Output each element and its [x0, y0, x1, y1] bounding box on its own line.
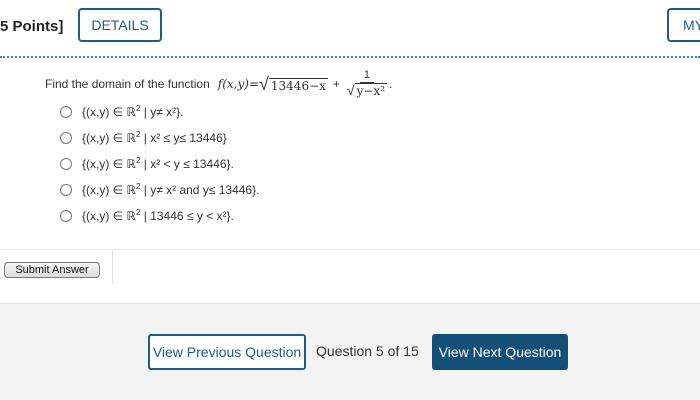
my-notes-button[interactable]: MY	[667, 8, 700, 42]
option-label: {(x,y) ∈ ℝ2 | x² ≤ y≤ 13446}	[82, 130, 227, 145]
fraction: 1 √ y−x²	[346, 68, 388, 100]
option-label: {(x,y) ∈ ℝ2 | y≠ x² and y≤ 13446}.	[82, 182, 260, 197]
view-previous-question-button[interactable]: View Previous Question	[148, 334, 306, 370]
option-3[interactable]: {(x,y) ∈ ℝ2 | x² < y ≤ 13446}.	[60, 156, 234, 171]
radical-sign-icon: √	[259, 74, 269, 94]
plus-sign: +	[332, 77, 340, 91]
view-next-question-button[interactable]: View Next Question	[432, 334, 568, 370]
question-text: Find the domain of the function f(x,y)= …	[45, 64, 392, 104]
option-5[interactable]: {(x,y) ∈ ℝ2 | 13446 ≤ y < x²}.	[60, 208, 234, 223]
question-end: .	[389, 77, 393, 91]
sqrt-expression: √ 13446−x	[259, 75, 328, 93]
radio-button[interactable]	[60, 183, 72, 196]
option-label: {(x,y) ∈ ℝ2 | y≠ x²}.	[82, 104, 184, 119]
submit-answer-button[interactable]: Submit Answer	[4, 262, 100, 278]
fraction-denominator-radicand: y−x²	[354, 83, 388, 98]
option-label: {(x,y) ∈ ℝ2 | 13446 ≤ y < x²}.	[82, 208, 234, 223]
sqrt-radicand: 13446−x	[268, 78, 328, 93]
fraction-numerator: 1	[359, 68, 375, 83]
function-lhs: f(x,y)=	[217, 77, 260, 91]
radio-button[interactable]	[60, 131, 72, 144]
details-button[interactable]: DETAILS	[78, 8, 162, 42]
radio-button[interactable]	[60, 105, 72, 118]
option-4[interactable]: {(x,y) ∈ ℝ2 | y≠ x² and y≤ 13446}.	[60, 182, 259, 197]
option-2[interactable]: {(x,y) ∈ ℝ2 | x² ≤ y≤ 13446}	[60, 130, 227, 145]
fraction-denominator: √ y−x²	[346, 82, 388, 100]
option-label: {(x,y) ∈ ℝ2 | x² < y ≤ 13446}.	[82, 156, 234, 171]
radio-button[interactable]	[60, 209, 72, 222]
question-prompt: Find the domain of the function	[45, 77, 210, 91]
radio-button[interactable]	[60, 157, 72, 170]
question-counter: Question 5 of 15	[316, 343, 419, 359]
header-divider	[0, 56, 700, 58]
radical-sign-icon: √	[346, 82, 355, 98]
option-1[interactable]: {(x,y) ∈ ℝ2 | y≠ x²}.	[60, 104, 183, 119]
points-label: 5 Points]	[0, 18, 64, 35]
